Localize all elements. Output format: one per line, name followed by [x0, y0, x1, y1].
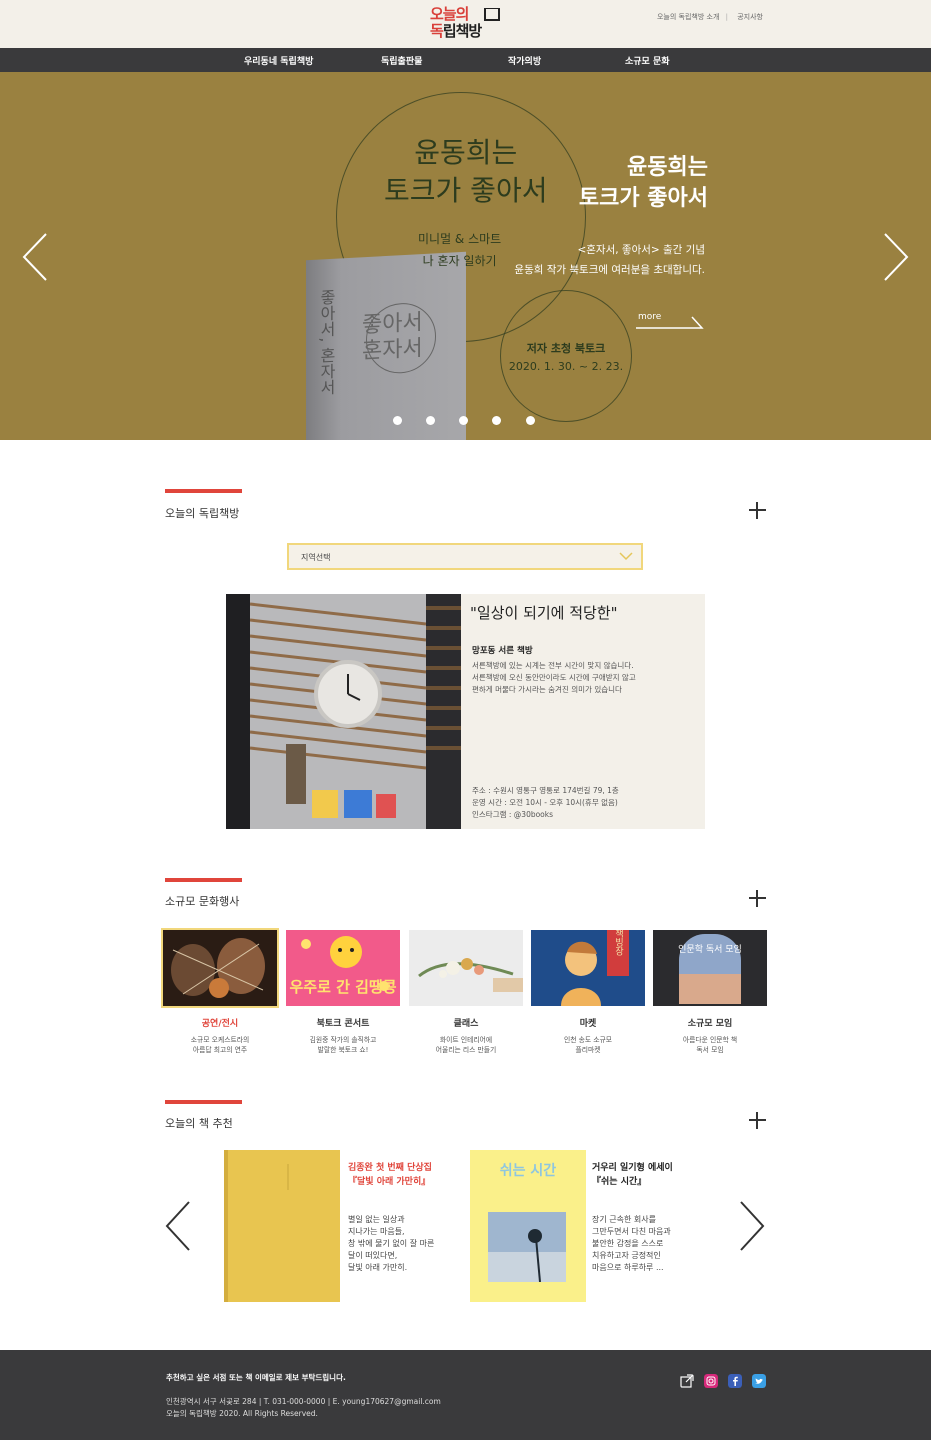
- event-desc: 아름다운 인문학 책 독서 모임: [682, 1036, 738, 1054]
- logo-line2: 독립책방: [430, 22, 482, 40]
- book-cover-text: 좋아서 혼자서: [362, 310, 423, 365]
- svg-text:인문학 독서 모임: 인문학 독서 모임: [678, 943, 742, 955]
- hero-dark-title: 윤동희는 토크가 좋아서: [384, 136, 548, 207]
- nav-item-writers-room[interactable]: 작가의방: [508, 54, 541, 67]
- top-link-about[interactable]: 오늘의 독립책방 소개: [657, 13, 719, 21]
- shop-description: 서른책방에 있는 시계는 전부 시간이 맞지 않습니다. 서른책방에 오신 동안…: [472, 661, 636, 694]
- section-accent-bar: [165, 489, 242, 493]
- hero-description: <혼자서, 좋아서> 출간 기념 윤동희 작가 북토크에 여러분을 초대합니다.: [514, 244, 705, 276]
- event-thumb-book-talk: 우주로 간 김땡콩: [286, 930, 400, 1006]
- event-name: 클래스: [453, 1019, 479, 1029]
- more-events-plus-icon[interactable]: [749, 890, 766, 907]
- hero-dark-subtitle: 미니멀 & 스마트 나 혼자 일하기: [418, 232, 502, 268]
- nav-item-small-culture[interactable]: 소규모 문화: [625, 54, 670, 67]
- book1-description: 별일 없는 일상과 지나가는 마음들, 창 밖에 물기 없이 잘 마른 달이 떠…: [348, 1215, 435, 1272]
- top-link-notice[interactable]: 공지사항: [737, 13, 763, 21]
- more-arrow-icon[interactable]: [636, 314, 706, 330]
- decor-circle-small: [500, 290, 632, 422]
- clock-photo: [226, 594, 461, 829]
- region-select-label: 지역선택: [301, 553, 331, 562]
- facebook-icon[interactable]: [728, 1374, 742, 1388]
- section-title-events: 소규모 문화행사: [165, 895, 240, 908]
- carousel-dot[interactable]: [492, 416, 501, 425]
- books-prev-arrow-icon[interactable]: [164, 1200, 192, 1252]
- shop-card[interactable]: "일상이 되기에 적당한" 망포동 서른 책방 서른책방에 있는 시계는 전부 …: [226, 594, 705, 829]
- footer: 추천하고 싶은 서점 또는 책 이메일로 제보 부탁드립니다. 인천광역시 서구…: [0, 1350, 931, 1440]
- footer-copyright: 오늘의 독립책방 2020. All Rights Reserved.: [166, 1409, 318, 1418]
- event-name: 공연/전시: [201, 1019, 239, 1029]
- hero-banner: 좋아서, 혼자서 좋아서 혼자서 윤동희는 토크가 좋아서 미니멀 & 스마트 …: [0, 72, 931, 440]
- book-spine-text: 좋아서, 혼자서: [317, 288, 336, 396]
- section-title-books: 오늘의 책 추천: [165, 1117, 233, 1130]
- event-name: 소규모 모임: [687, 1019, 733, 1029]
- region-select[interactable]: 지역선택: [287, 543, 643, 570]
- books-next-arrow-icon[interactable]: [738, 1200, 766, 1252]
- event-item-meeting[interactable]: 인문학 독서 모임 소규모 모임 아름다운 인문학 책 독서 모임: [653, 930, 767, 1055]
- event-thumb-meeting: 인문학 독서 모임: [653, 930, 767, 1006]
- shop-name: 망포동 서른 책방: [472, 646, 533, 656]
- share-icon[interactable]: [680, 1374, 694, 1388]
- main-nav: 우리동네 독립책방 독립출판물 작가의방 소규모 문화: [0, 48, 931, 72]
- more-books-plus-icon[interactable]: [749, 1112, 766, 1129]
- shop-photo: [226, 594, 461, 829]
- svg-text:책빙장: 책빙장: [613, 930, 623, 956]
- hero-event-title: 저자 초청 북토크: [526, 342, 606, 355]
- event-thumb-performance: [161, 928, 279, 1008]
- hero-event-date: 2020. 1. 30. ~ 2. 23.: [508, 360, 624, 373]
- book2-description: 장기 근속한 회사를 그만두면서 다친 마음과 불안한 감정을 스스로 치유하고…: [592, 1215, 671, 1272]
- section-title-shops: 오늘의 독립책방: [165, 507, 240, 520]
- book2-cover-title: 쉬는 시간: [499, 1163, 557, 1179]
- hero-title: 윤동희는 토크가 좋아서: [578, 155, 708, 211]
- carousel-dot[interactable]: [426, 416, 435, 425]
- hero-prev-arrow-icon[interactable]: [20, 232, 50, 282]
- twitter-icon[interactable]: [752, 1374, 766, 1388]
- footer-request-text: 추천하고 싶은 서점 또는 책 이메일로 제보 부탁드립니다.: [166, 1373, 346, 1382]
- nav-item-local-bookstores[interactable]: 우리동네 독립책방: [244, 54, 313, 67]
- hero-next-arrow-icon[interactable]: [881, 232, 911, 282]
- event-thumb-market: 책빙장: [531, 930, 645, 1006]
- instagram-icon[interactable]: [704, 1374, 718, 1388]
- book-icon: [484, 8, 500, 21]
- site-logo[interactable]: 오늘의 독립책방: [430, 6, 500, 44]
- more-shops-plus-icon[interactable]: [749, 502, 766, 519]
- shop-info: 주소 : 수원시 영통구 영통로 174번길 79, 1층 운영 시간 : 오전…: [472, 786, 619, 819]
- carousel-dot[interactable]: [459, 416, 468, 425]
- event-desc: 김원중 작가의 솔직하고 발랄한 북토크 쇼!: [309, 1036, 377, 1054]
- svg-text:우주로 간 김땡콩: 우주로 간 김땡콩: [289, 978, 396, 996]
- book-cover-rest-time[interactable]: 쉬는 시간: [470, 1150, 586, 1302]
- book2-title: 거우리 일기형 에세이 『쉬는 시간』: [592, 1163, 673, 1187]
- top-link-divider: |: [725, 13, 728, 21]
- chevron-down-icon: [619, 552, 633, 561]
- top-header: 오늘의 독립책방 오늘의 독립책방 소개 | 공지사항: [0, 0, 931, 48]
- event-item-class[interactable]: 클래스 화이트 인테리어에 어울리는 리스 만들기: [409, 930, 523, 1055]
- event-item-book-talk[interactable]: 우주로 간 김땡콩 북토크 콘서트 김원중 작가의 솔직하고 발랄한 북토크 쇼…: [286, 930, 400, 1055]
- footer-address: 인천광역시 서구 서곶로 284 | T. 031-000-0000 | E. …: [166, 1397, 441, 1406]
- event-item-market[interactable]: 책빙장 마켓 인천 송도 소규모 플리마켓: [531, 930, 645, 1055]
- book1-title: 김종완 첫 번째 단상집 『달빛 아래 가만히』: [348, 1163, 432, 1187]
- book-cover-moonlight[interactable]: [224, 1150, 340, 1302]
- book-image: 좋아서, 혼자서 좋아서 혼자서: [306, 251, 466, 440]
- event-thumb-class: [409, 930, 523, 1006]
- event-list: 공연/전시 소규모 오케스트라의 아름답 최고의 연주 우주로 간 김땡콩 북토…: [161, 928, 767, 1060]
- nav-item-indie-publications[interactable]: 독립출판물: [381, 54, 422, 67]
- event-name: 북토크 콘서트: [316, 1019, 370, 1029]
- carousel-dot[interactable]: [393, 416, 402, 425]
- event-desc: 화이트 인테리어에 어울리는 리스 만들기: [435, 1036, 497, 1054]
- event-desc: 소규모 오케스트라의 아름답 최고의 연주: [190, 1036, 250, 1054]
- event-name: 마켓: [579, 1019, 597, 1029]
- top-links: 오늘의 독립책방 소개 | 공지사항: [654, 12, 763, 22]
- shop-quote: "일상이 되기에 적당한": [470, 604, 618, 622]
- event-item-performance[interactable]: 공연/전시 소규모 오케스트라의 아름답 최고의 연주: [161, 928, 279, 1055]
- book2-cover-photo: [488, 1212, 566, 1282]
- section-accent-bar: [165, 1100, 242, 1104]
- carousel-dot[interactable]: [526, 416, 535, 425]
- section-accent-bar: [165, 878, 242, 882]
- event-desc: 인천 송도 소규모 플리마켓: [563, 1036, 613, 1054]
